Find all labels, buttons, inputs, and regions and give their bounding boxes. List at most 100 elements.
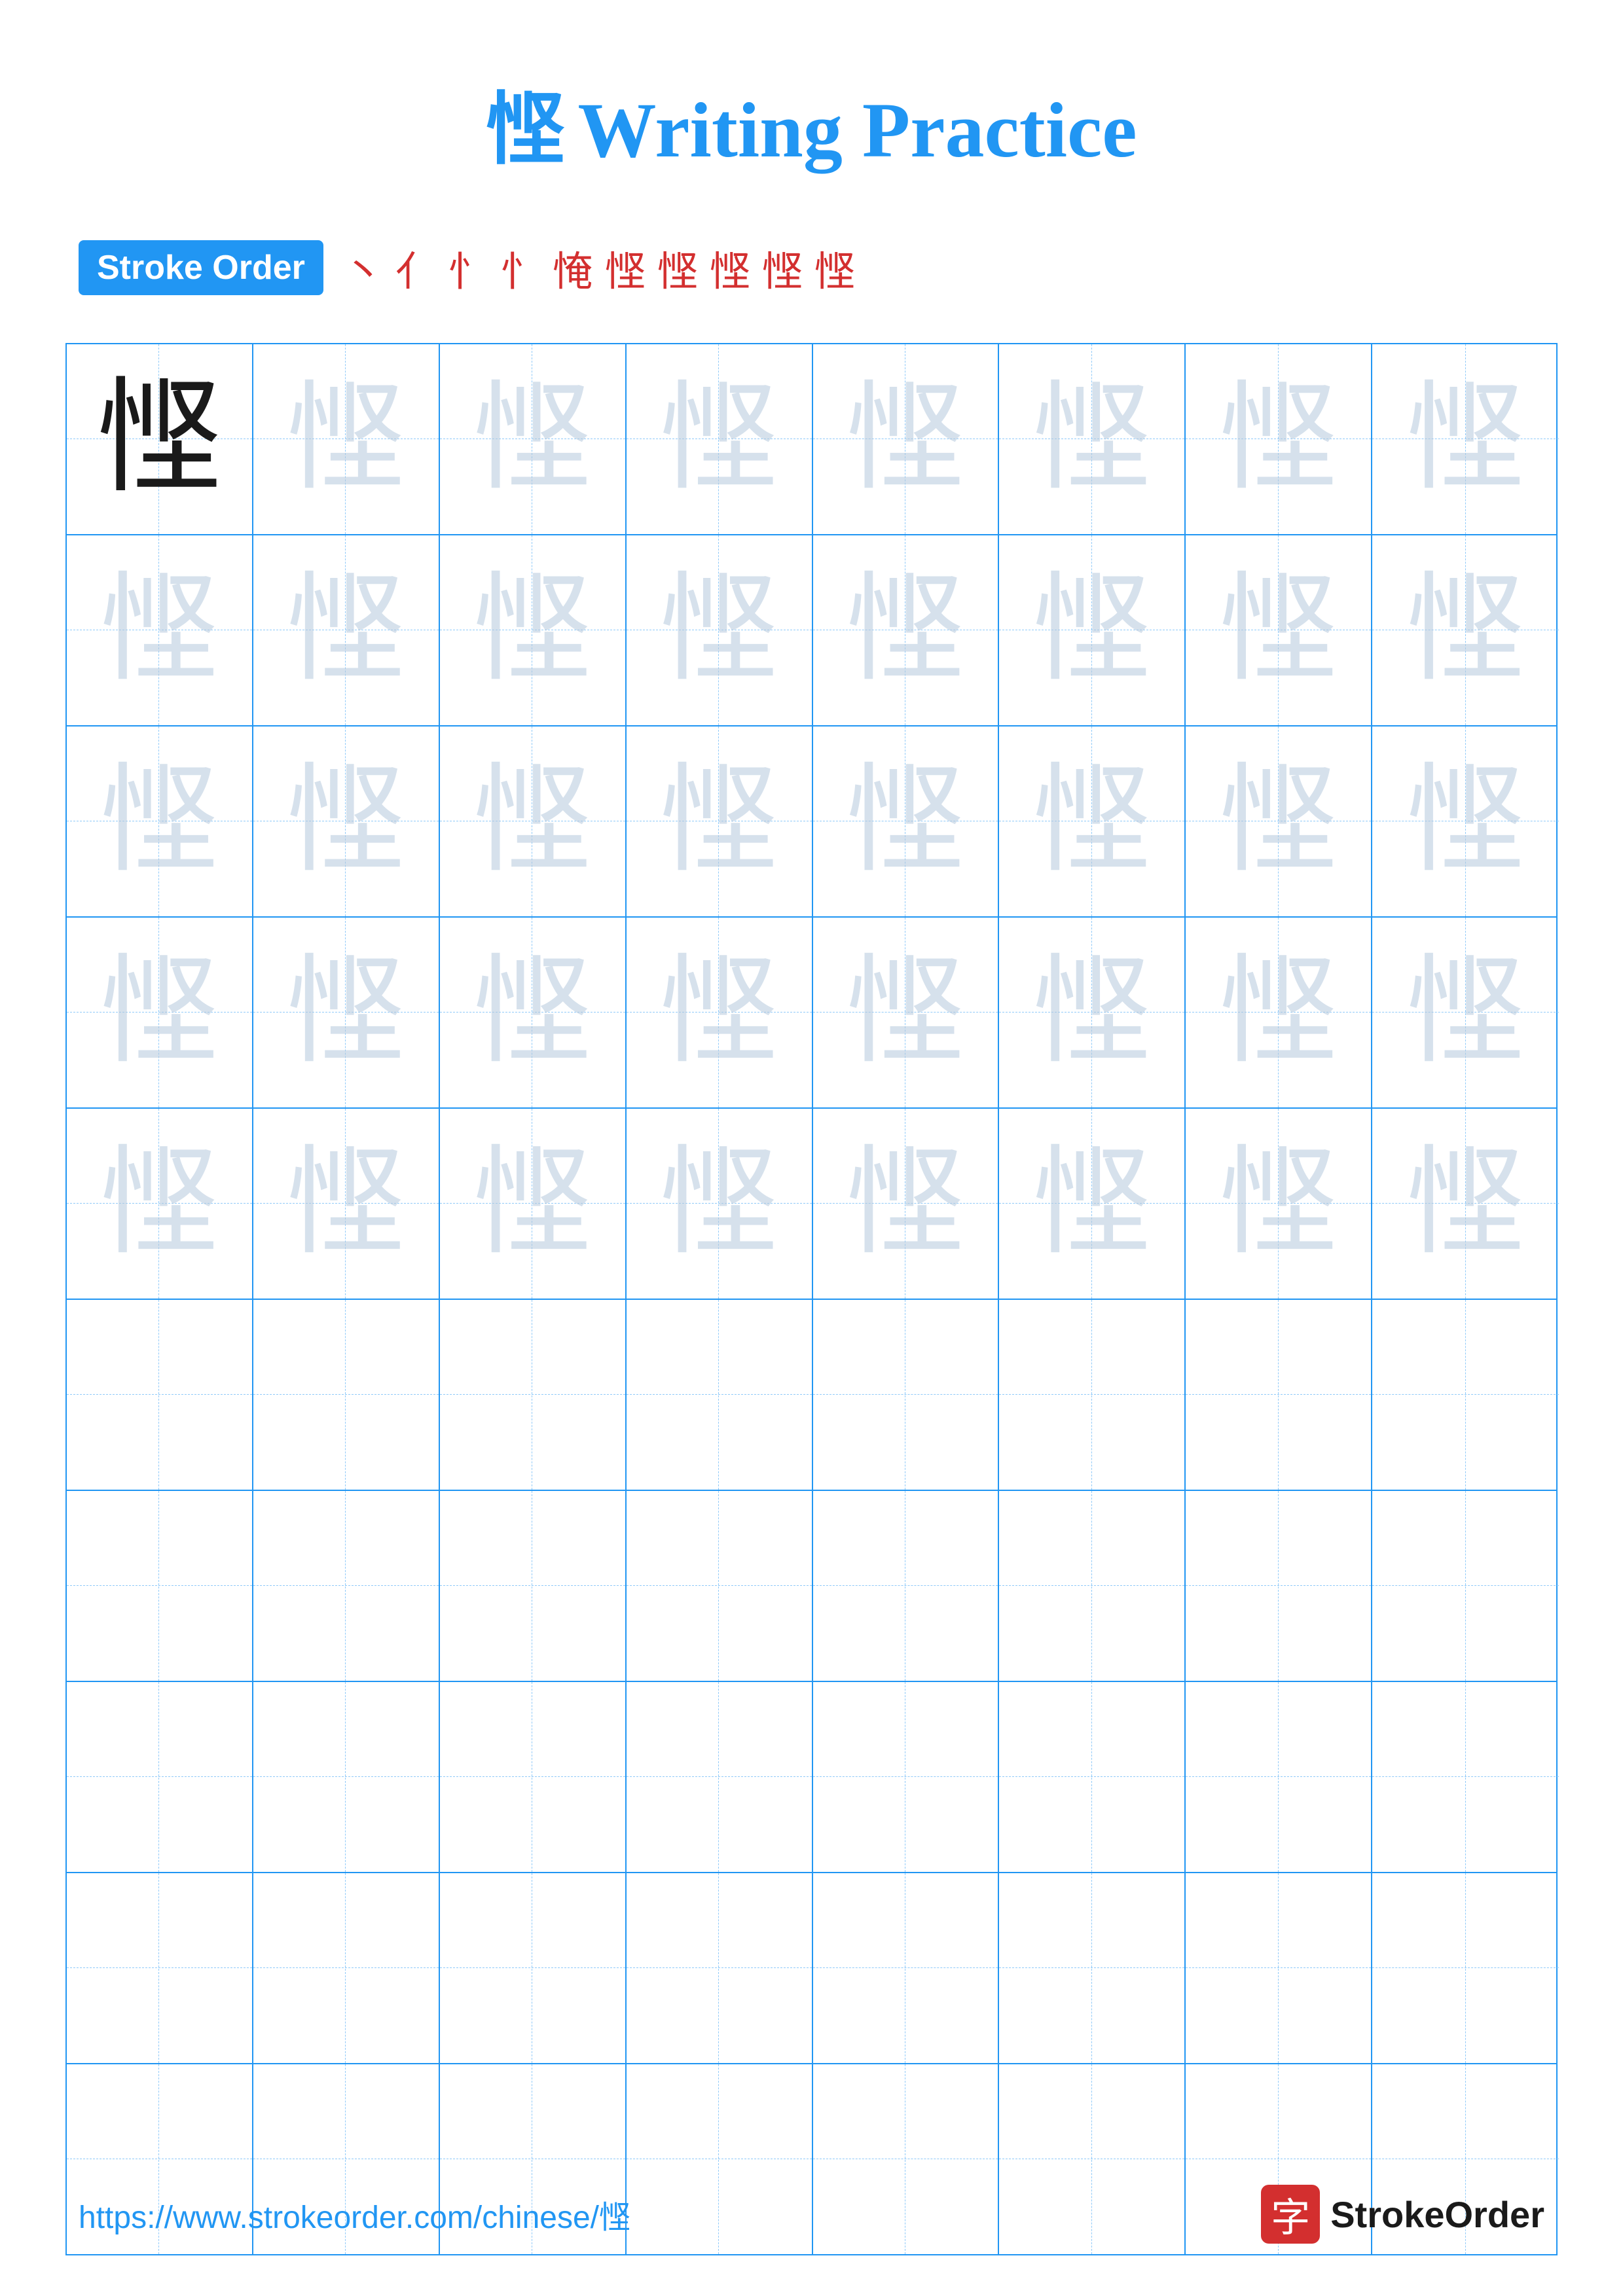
grid-cell: [1186, 1300, 1372, 1490]
grid-cell: 悭: [627, 918, 813, 1107]
grid-cell: [999, 1300, 1186, 1490]
grid-cell: 悭: [999, 918, 1186, 1107]
grid-cell: 悭: [627, 1109, 813, 1299]
footer: https://www.strokeorder.com/chinese/悭 字 …: [0, 2185, 1623, 2244]
practice-char: 悭: [1407, 380, 1525, 498]
grid-cell: 悭: [440, 1109, 627, 1299]
page-title: 悭Writing Practice: [0, 0, 1623, 219]
practice-char: 悭: [1407, 954, 1525, 1071]
grid-cell: 悭: [999, 726, 1186, 916]
practice-char: 悭: [287, 571, 405, 689]
practice-char: 悭: [1033, 571, 1151, 689]
grid-cell: 悭: [1372, 1109, 1559, 1299]
practice-char: 悭: [1220, 1145, 1338, 1263]
grid-cell: [253, 1682, 440, 1872]
grid-cell: [813, 1682, 1000, 1872]
practice-char: 悭: [473, 1145, 591, 1263]
practice-char: 悭: [100, 571, 218, 689]
practice-char: 悭: [1033, 380, 1151, 498]
grid-cell: 悭: [1372, 344, 1559, 534]
practice-char: 悭: [1220, 380, 1338, 498]
grid-cell: [440, 1491, 627, 1681]
practice-char: 悭: [1220, 762, 1338, 880]
grid-cell: 悭: [253, 918, 440, 1107]
grid-cell: 悭: [1186, 344, 1372, 534]
grid-cell: [1372, 1491, 1559, 1681]
footer-url: https://www.strokeorder.com/chinese/悭: [79, 2191, 630, 2237]
practice-char: 悭: [287, 1145, 405, 1263]
footer-logo: 字 StrokeOrder: [1261, 2185, 1544, 2244]
grid-cell: 悭: [999, 1109, 1186, 1299]
grid-cell: [253, 1300, 440, 1490]
logo-icon: 字: [1261, 2185, 1320, 2244]
grid-cell: 悭: [440, 726, 627, 916]
grid-cell: 悭: [67, 1109, 253, 1299]
grid-row: 悭 悭 悭 悭 悭 悭 悭 悭: [67, 1109, 1556, 1300]
grid-cell: 悭: [1186, 918, 1372, 1107]
practice-char: 悭: [100, 954, 218, 1071]
grid-cell: [440, 1300, 627, 1490]
practice-char: 悭: [847, 571, 964, 689]
title-text: Writing Practice: [577, 86, 1137, 173]
grid-cell: [253, 1491, 440, 1681]
grid-cell: 悭: [813, 344, 1000, 534]
practice-char: 悭: [1033, 1145, 1151, 1263]
grid-cell: 悭: [253, 535, 440, 725]
grid-cell: 悭: [1186, 1109, 1372, 1299]
grid-cell: 悭: [440, 535, 627, 725]
grid-cell: 悭: [627, 344, 813, 534]
grid-row-empty: [67, 1300, 1556, 1491]
practice-char: 悭: [473, 954, 591, 1071]
practice-char: 悭: [660, 762, 778, 880]
grid-cell: 悭: [999, 344, 1186, 534]
title-char: 悭: [486, 86, 564, 173]
grid-cell: 悭: [253, 344, 440, 534]
practice-char: 悭: [287, 954, 405, 1071]
grid-cell: [813, 1300, 1000, 1490]
grid-cell: [627, 1873, 813, 2063]
practice-char: 悭: [847, 380, 964, 498]
grid-row: 悭 悭 悭 悭 悭 悭 悭 悭: [67, 918, 1556, 1109]
grid-cell: [440, 1873, 627, 2063]
grid-cell: [67, 1491, 253, 1681]
grid-cell: [627, 1300, 813, 1490]
logo-text: StrokeOrder: [1330, 2193, 1544, 2236]
practice-char: 悭: [100, 1145, 218, 1263]
grid-cell: 悭: [67, 535, 253, 725]
grid-cell: [999, 1682, 1186, 1872]
practice-char: 悭: [473, 571, 591, 689]
practice-char: 悭: [100, 762, 218, 880]
grid-row-empty: [67, 1682, 1556, 1873]
stroke-order-chars: 丶 亻 忄 忄 㤿 悭 悭 悭 悭 悭: [343, 238, 855, 297]
practice-char: 悭: [847, 762, 964, 880]
practice-char: 悭: [1033, 762, 1151, 880]
grid-cell: [627, 1682, 813, 1872]
practice-char: 悭: [847, 954, 964, 1071]
practice-char: 悭: [660, 954, 778, 1071]
grid-cell: 悭: [67, 726, 253, 916]
grid-cell: [253, 1873, 440, 2063]
grid-cell: [1186, 1873, 1372, 2063]
practice-char: 悭: [1407, 762, 1525, 880]
grid-cell: 悭: [813, 918, 1000, 1107]
grid-cell: [999, 1873, 1186, 2063]
grid-row: 悭 悭 悭 悭 悭 悭 悭 悭: [67, 726, 1556, 918]
practice-char: 悭: [1220, 571, 1338, 689]
grid-cell: [813, 1873, 1000, 2063]
grid-cell: 悭: [1186, 535, 1372, 725]
practice-char: 悭: [660, 380, 778, 498]
grid-cell: 悭: [440, 918, 627, 1107]
practice-char: 悭: [473, 762, 591, 880]
grid-cell: 悭: [253, 1109, 440, 1299]
grid-cell: 悭: [1372, 726, 1559, 916]
grid-cell: [1372, 1300, 1559, 1490]
practice-grid: 悭 悭 悭 悭 悭 悭 悭 悭 悭 悭 悭 悭 悭 悭 悭 悭 悭 悭 悭 悭 …: [65, 343, 1558, 2255]
grid-cell: 悭: [999, 535, 1186, 725]
practice-char: 悭: [847, 1145, 964, 1263]
grid-cell: [1186, 1682, 1372, 1872]
grid-cell: [1372, 1682, 1559, 1872]
stroke-order-row: Stroke Order 丶 亻 忄 忄 㤿 悭 悭 悭 悭 悭: [0, 219, 1623, 317]
stroke-order-badge: Stroke Order: [79, 240, 323, 295]
grid-cell: [999, 1491, 1186, 1681]
grid-cell: 悭: [67, 344, 253, 534]
